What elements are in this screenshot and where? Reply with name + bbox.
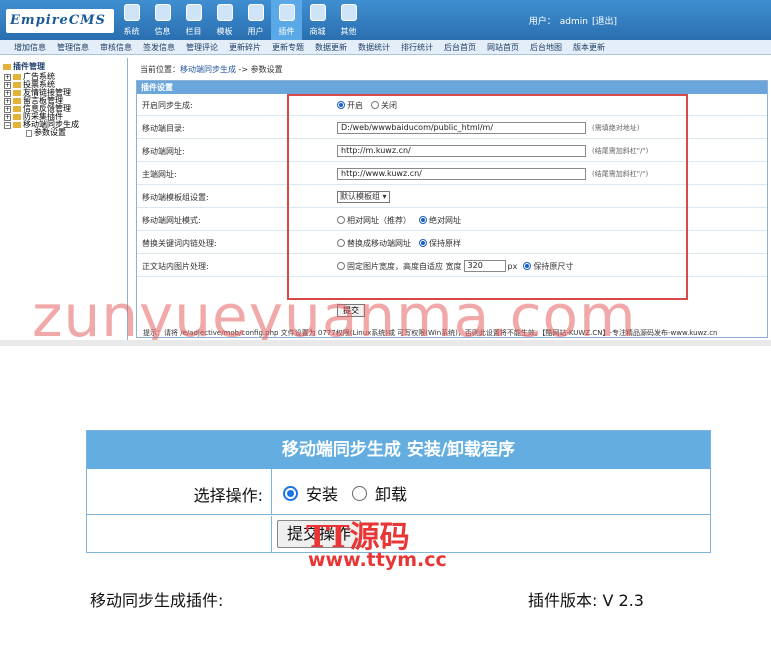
url-mode-relative-radio[interactable]: 相对网址（推荐）	[337, 215, 411, 226]
folder-icon	[186, 4, 202, 21]
template-icon	[217, 4, 233, 21]
uninstall-radio[interactable]: 卸载	[352, 481, 407, 505]
mobile-dir-input[interactable]: D:/web/wwwbaiducom/public_html/m/	[337, 122, 586, 134]
tree-list: + 广告系统 + 投票系统 + 友情链接管理 + 留言板管理 + 信息反馈管理 + 防采集插…	[4, 73, 79, 137]
folder-icon	[3, 64, 11, 70]
row-keyword-links: 替换关键词内链处理: 替换成移动端网址 保持原样	[137, 232, 767, 254]
user-info: 用户： admin [退出]	[528, 17, 617, 27]
tree-root[interactable]: 插件管理	[3, 63, 45, 71]
row-sync: 开启同步生成: 开启 关闭	[137, 94, 767, 116]
page-icon	[26, 129, 32, 137]
sub-nav-item[interactable]: 后台地图	[530, 40, 562, 54]
divider	[0, 340, 771, 346]
expand-icon[interactable]: +	[4, 97, 11, 105]
sub-nav-item[interactable]: 管理评论	[186, 40, 218, 54]
install-radio[interactable]: 安装	[283, 481, 338, 505]
folder-icon	[13, 114, 21, 120]
sync-on-radio[interactable]: 开启	[337, 100, 363, 111]
row-mobile-dir: 移动端目录: D:/web/wwwbaiducom/public_html/m/…	[137, 117, 767, 139]
globe-icon	[124, 4, 140, 21]
expand-icon[interactable]: +	[4, 105, 11, 113]
expand-icon[interactable]: +	[4, 73, 11, 81]
top-nav: 系统 信息 栏目 模板 用户 插件 商城 其他	[116, 0, 364, 40]
img-width-input[interactable]: 320	[463, 260, 506, 272]
sub-nav-item[interactable]: 数据统计	[358, 40, 390, 54]
sub-nav: 增加信息 管理信息 审核信息 签发信息 管理评论 更新碎片 更新专题 数据更新 …	[0, 40, 771, 55]
expand-icon[interactable]: +	[4, 89, 11, 97]
folder-icon	[13, 98, 21, 104]
sub-nav-item[interactable]: 网站首页	[487, 40, 519, 54]
row-url-mode: 移动端网址模式: 相对网址（推荐） 绝对网址	[137, 209, 767, 231]
sub-nav-item[interactable]: 更新专题	[272, 40, 304, 54]
sync-off-radio[interactable]: 关闭	[371, 100, 397, 111]
row-image: 正文站内图片处理: 固定图片宽度，高度自适应 宽度 320 px 保持原尺寸	[137, 255, 767, 277]
kw-replace-radio[interactable]: 替换成移动端网址	[337, 238, 411, 249]
chevron-down-icon: ▾	[382, 192, 387, 201]
shop-icon	[310, 4, 326, 21]
sub-nav-item[interactable]: 签发信息	[143, 40, 175, 54]
row-template: 移动端模板组设置: 默认模板组 ▾	[137, 186, 767, 208]
installer-title: 移动端同步生成 安装/卸载程序	[87, 431, 710, 469]
collapse-icon[interactable]: −	[4, 121, 11, 129]
sub-nav-item[interactable]: 更新碎片	[229, 40, 261, 54]
top-nav-other[interactable]: 其他	[333, 0, 364, 40]
breadcrumb-link[interactable]: 移动端同步生成	[180, 65, 236, 74]
img-keep-radio[interactable]: 保持原尺寸	[523, 261, 573, 272]
logout-link[interactable]: [退出]	[592, 17, 617, 27]
folder-icon	[13, 82, 21, 88]
url-mode-absolute-radio[interactable]: 绝对网址	[419, 215, 461, 226]
expand-icon[interactable]: +	[4, 81, 11, 89]
sub-nav-item[interactable]: 版本更新	[573, 40, 605, 54]
gear-icon	[341, 4, 357, 21]
template-select[interactable]: 默认模板组 ▾	[337, 191, 390, 203]
main-url-input[interactable]: http://www.kuwz.cn/	[337, 168, 586, 180]
breadcrumb: 当前位置：移动端同步生成 -> 参数设置	[140, 65, 283, 74]
row-main-url: 主端网址: http://www.kuwz.cn/ (结尾需加斜杠"/")	[137, 163, 767, 185]
top-nav-shop[interactable]: 商城	[302, 0, 333, 40]
admin-screenshot: EmpireCMS 系统 信息 栏目 模板 用户 插件 商城 其他 用户： adm…	[0, 0, 771, 340]
sub-nav-item[interactable]: 管理信息	[57, 40, 89, 54]
sub-nav-item[interactable]: 排行统计	[401, 40, 433, 54]
screenshot-root: EmpireCMS 系统 信息 栏目 模板 用户 插件 商城 其他 用户： adm…	[0, 0, 771, 647]
top-nav-plugin[interactable]: 插件	[271, 0, 302, 40]
row-mobile-url: 移动端网址: http://m.kuwz.cn/ (结尾需加斜杠"/")	[137, 140, 767, 162]
plugin-version-label: 插件版本: V 2.3	[528, 591, 644, 610]
top-nav-user[interactable]: 用户	[240, 0, 271, 40]
panel-title: 插件设置	[137, 81, 767, 94]
sub-nav-item[interactable]: 增加信息	[14, 40, 46, 54]
folder-icon	[13, 90, 21, 96]
top-bar: EmpireCMS 系统 信息 栏目 模板 用户 插件 商城 其他 用户： adm…	[0, 0, 771, 40]
top-nav-info[interactable]: 信息	[147, 0, 178, 40]
sub-nav-item[interactable]: 后台首页	[444, 40, 476, 54]
img-fixed-radio[interactable]: 固定图片宽度，高度自适应 宽度	[337, 261, 462, 272]
empirecms-logo: EmpireCMS	[6, 9, 114, 33]
user-name: admin	[559, 17, 588, 27]
top-nav-template[interactable]: 模板	[209, 0, 240, 40]
plugin-name-label: 移动同步生成插件:	[90, 591, 224, 610]
sub-nav-item[interactable]: 审核信息	[100, 40, 132, 54]
mobile-url-input[interactable]: http://m.kuwz.cn/	[337, 145, 586, 157]
divider	[271, 516, 272, 553]
op-choices: 安装 卸载	[283, 481, 421, 505]
installer-op-row: 选择操作: 安装 卸载	[87, 469, 710, 515]
op-label: 选择操作:	[193, 486, 263, 505]
tools-icon	[279, 4, 295, 21]
expand-icon[interactable]: +	[4, 113, 11, 121]
folder-icon	[13, 74, 21, 80]
watermark-url: www.ttym.cc	[308, 549, 447, 571]
watermark: zunyueyuanma.com	[32, 282, 637, 340]
top-nav-column[interactable]: 栏目	[178, 0, 209, 40]
folder-icon	[13, 122, 21, 128]
top-nav-system[interactable]: 系统	[116, 0, 147, 40]
divider	[271, 469, 272, 514]
sub-nav-item[interactable]: 数据更新	[315, 40, 347, 54]
document-icon	[155, 4, 171, 21]
kw-keep-radio[interactable]: 保持原样	[419, 238, 461, 249]
tree-item-settings[interactable]: 参数设置	[4, 129, 79, 137]
folder-icon	[13, 106, 21, 112]
user-icon	[248, 4, 264, 21]
